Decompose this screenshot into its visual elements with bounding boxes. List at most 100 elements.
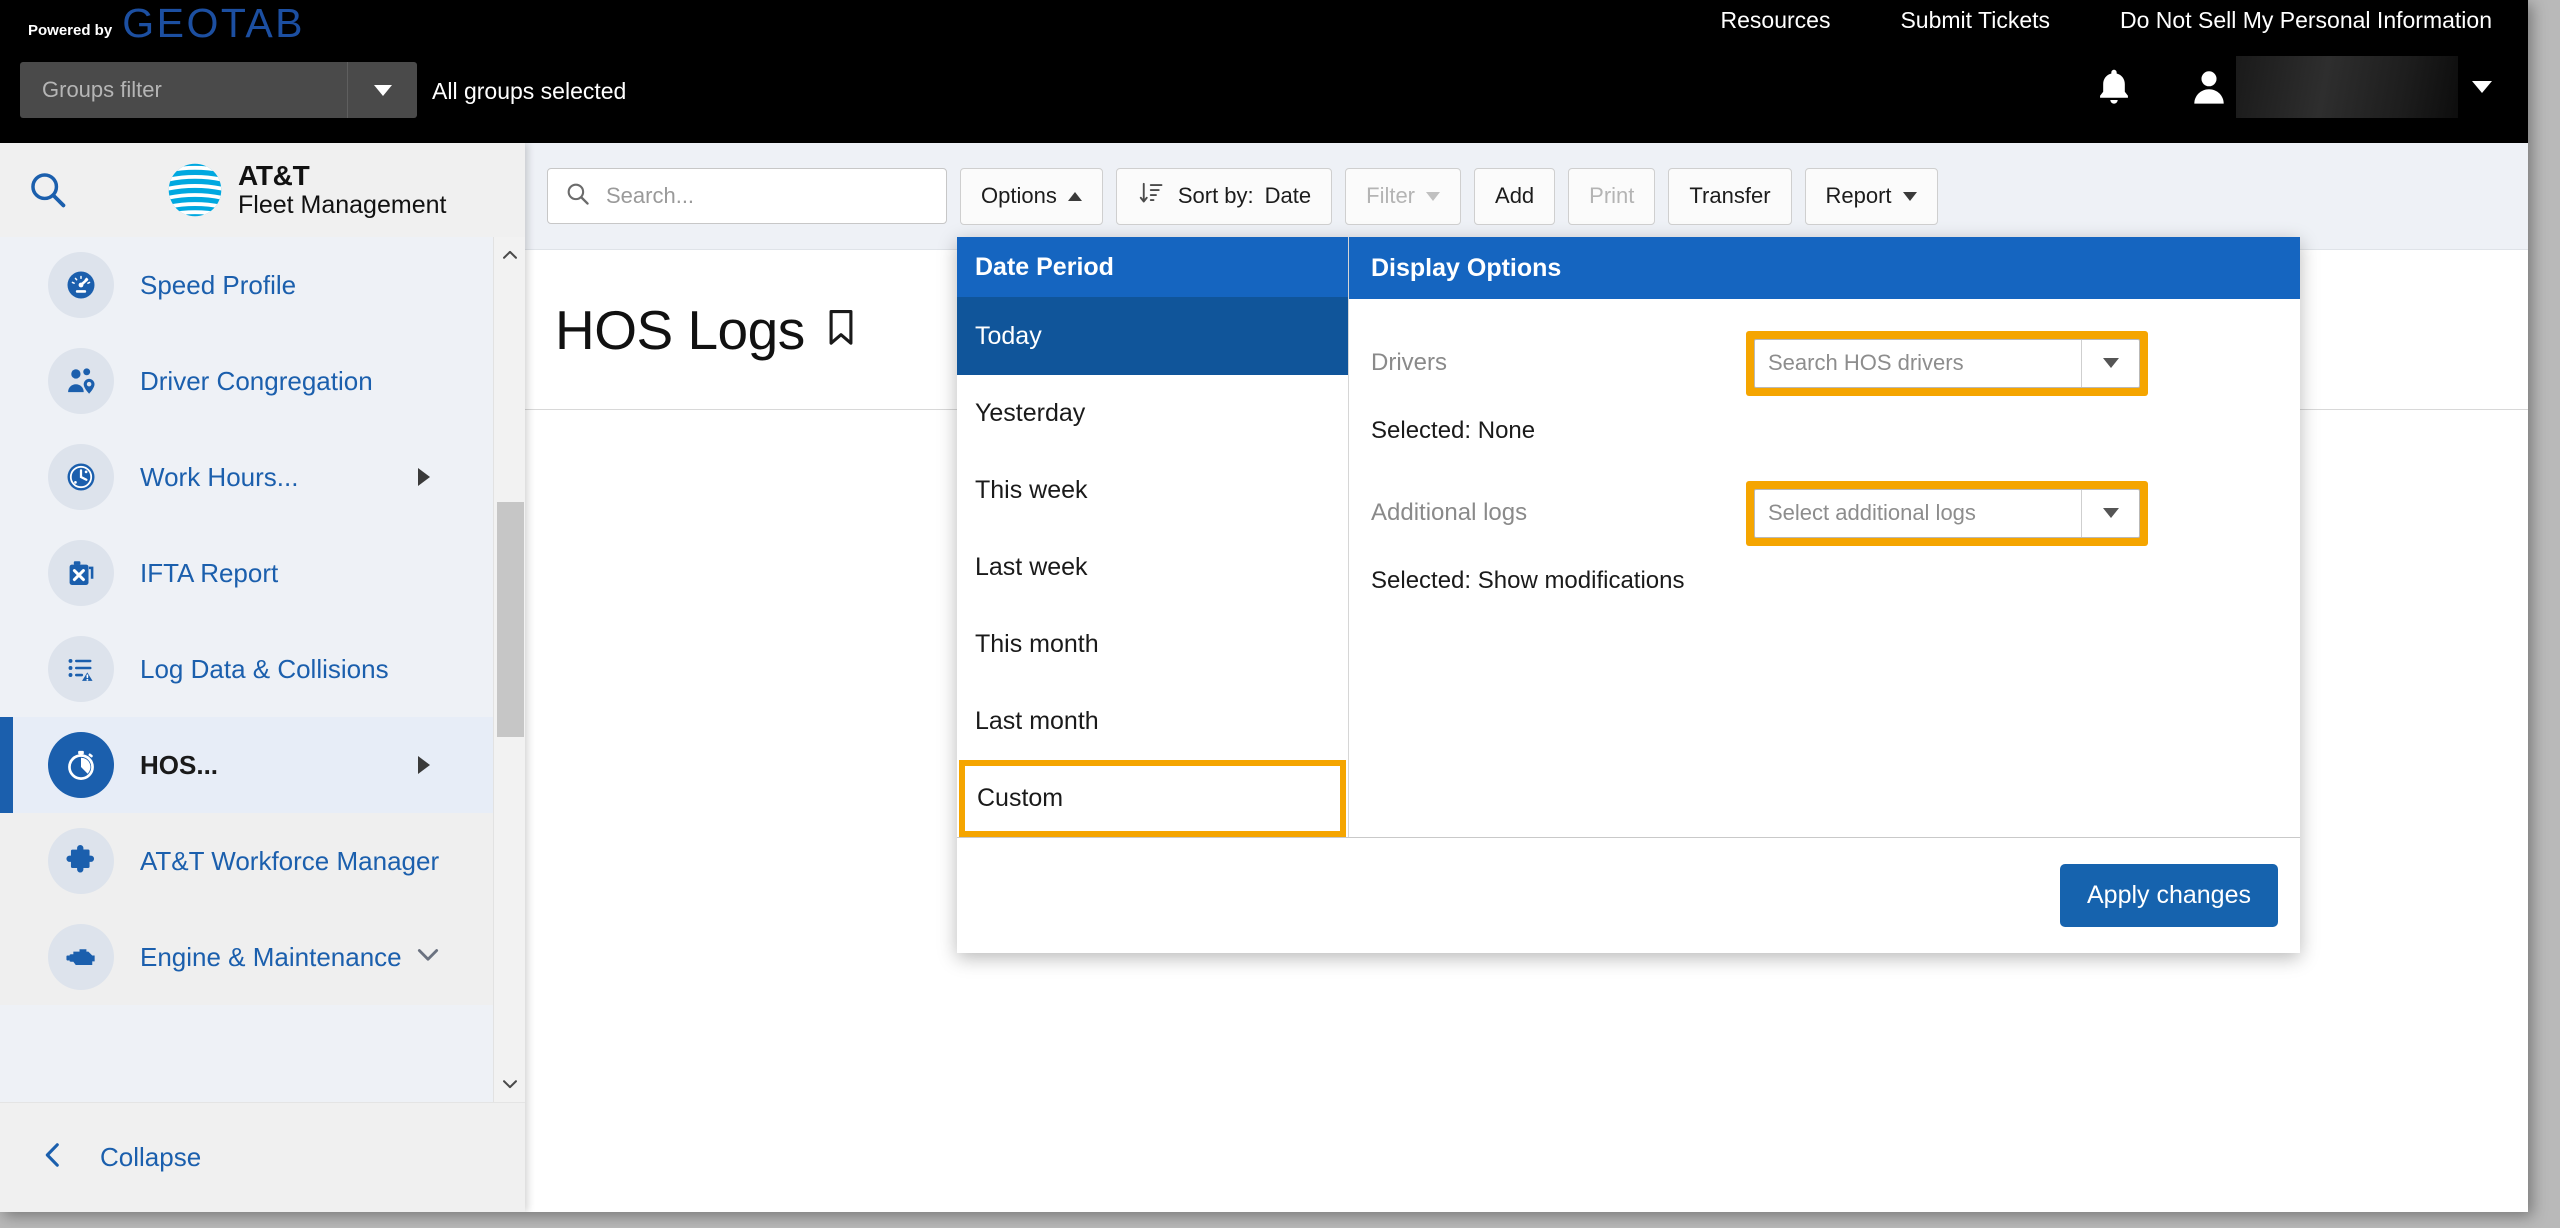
link-do-not-sell[interactable]: Do Not Sell My Personal Information: [2120, 7, 2492, 34]
display-options-column: Display Options Drivers Search HOS drive…: [1349, 237, 2300, 837]
sidebar-item-hos[interactable]: HOS...: [0, 717, 500, 813]
option-label: Today: [975, 321, 1042, 350]
sidebar-scrollbar[interactable]: [493, 237, 525, 1102]
header-links: Resources Submit Tickets Do Not Sell My …: [1721, 7, 2492, 34]
scroll-down-arrow-icon[interactable]: [494, 1066, 526, 1102]
notifications-bell-icon[interactable]: [2092, 65, 2136, 109]
sidebar-item-label: Work Hours...: [140, 461, 299, 492]
bookmark-icon[interactable]: [819, 305, 863, 354]
browser-viewport: Powered by GEOTAB Groups filter All grou…: [0, 0, 2528, 1212]
search-input[interactable]: Search...: [547, 168, 947, 224]
options-button[interactable]: Options: [960, 167, 1103, 225]
main-sidebar: AT&T Fleet Management Speed Profile Driv…: [0, 143, 525, 1212]
groups-filter-placeholder: Groups filter: [42, 77, 162, 102]
sidebar-item-ifta-report[interactable]: IFTA Report: [0, 525, 500, 621]
report-button[interactable]: Report: [1804, 167, 1938, 225]
groups-filter-dropdown[interactable]: Groups filter: [20, 62, 417, 118]
drivers-label: Drivers: [1371, 349, 1447, 376]
filter-button: Filter: [1345, 167, 1462, 225]
puzzle-icon: [48, 828, 114, 894]
chevron-down-icon: [1426, 191, 1441, 201]
sidebar-item-label: Log Data & Collisions: [140, 653, 389, 684]
chevron-right-icon: [418, 756, 430, 774]
chevron-down-icon: [2102, 508, 2119, 518]
chevron-down-icon: [373, 84, 392, 96]
chevron-up-icon: [1067, 191, 1082, 201]
username-redacted: [2236, 56, 2458, 118]
drivers-select[interactable]: Search HOS drivers: [1754, 338, 2140, 388]
fuel-can-icon: [48, 540, 114, 606]
att-globe-icon: [166, 161, 224, 219]
date-period-column: Date Period Today Yesterday This week La…: [957, 237, 1349, 838]
display-options-body: Drivers Search HOS drivers Selected: Non…: [1349, 299, 2300, 595]
sidebar-scrollbar-thumb[interactable]: [497, 502, 524, 737]
additional-logs-dropdown-arrow[interactable]: [2081, 489, 2139, 537]
report-label: Report: [1825, 183, 1892, 208]
groups-filter-caret[interactable]: [347, 62, 417, 118]
user-avatar-icon[interactable]: [2188, 64, 2230, 110]
add-button[interactable]: Add: [1474, 167, 1556, 225]
link-submit-tickets[interactable]: Submit Tickets: [1900, 7, 2050, 34]
drivers-placeholder: Search HOS drivers: [1768, 350, 1964, 375]
option-label: Yesterday: [975, 398, 1086, 427]
drivers-dropdown-arrow[interactable]: [2081, 339, 2139, 387]
header-icon-group: [2092, 56, 2492, 118]
collapse-label: Collapse: [100, 1142, 202, 1172]
options-label: Options: [981, 183, 1057, 208]
chevron-right-icon: [418, 468, 430, 486]
scroll-up-arrow-icon[interactable]: [494, 237, 526, 273]
transfer-button[interactable]: Transfer: [1668, 167, 1792, 225]
display-options-header: Display Options: [1349, 237, 2300, 299]
add-label: Add: [1495, 183, 1535, 208]
sidebar-item-label: Speed Profile: [140, 269, 297, 300]
groups-status-text: All groups selected: [432, 78, 627, 104]
date-period-option-custom[interactable]: Custom: [959, 759, 1346, 838]
chevron-left-icon: [36, 1138, 70, 1177]
option-label: This week: [975, 475, 1088, 504]
print-button: Print: [1568, 167, 1656, 225]
sort-icon: [1137, 178, 1167, 214]
additional-logs-select[interactable]: Select additional logs: [1754, 488, 2140, 538]
options-columns: Date Period Today Yesterday This week La…: [957, 237, 2300, 838]
sidebar-item-speed-profile[interactable]: Speed Profile: [0, 237, 500, 333]
date-period-option-yesterday[interactable]: Yesterday: [957, 374, 1348, 452]
date-period-option-this-week[interactable]: This week: [957, 451, 1348, 529]
sidebar-item-label: IFTA Report: [140, 557, 279, 588]
sidebar-item-work-hours[interactable]: Work Hours...: [0, 429, 500, 525]
sort-by-button[interactable]: Sort by: Date: [1115, 167, 1333, 225]
sort-by-label: Sort by:: [1177, 183, 1254, 208]
additional-logs-row: Additional logs Select additional logs: [1371, 480, 2278, 546]
sidebar-item-log-data-collisions[interactable]: Log Data & Collisions: [0, 621, 500, 717]
powered-by-label: Powered by: [28, 22, 113, 39]
additional-logs-label: Additional logs: [1371, 499, 1528, 526]
drivers-row: Drivers Search HOS drivers: [1371, 330, 2278, 396]
speedometer-icon: [48, 252, 114, 318]
page-toolbar: Search... Options Sort by: Date Filter A…: [525, 143, 2528, 250]
chevron-down-icon: [1902, 191, 1917, 201]
sidebar-nav-list: Speed Profile Driver Congregation Work H…: [0, 237, 500, 1005]
sidebar-item-label: Driver Congregation: [140, 365, 373, 396]
sidebar-item-att-workforce-manager[interactable]: AT&T Workforce Manager: [0, 813, 500, 909]
clock-icon: [48, 444, 114, 510]
stopwatch-icon: [48, 732, 114, 798]
sidebar-item-engine-maintenance[interactable]: Engine & Maintenance: [0, 909, 500, 1005]
drivers-field-highlight: Search HOS drivers: [1746, 330, 2148, 396]
search-icon[interactable]: [26, 168, 70, 212]
date-period-option-last-week[interactable]: Last week: [957, 528, 1348, 606]
link-resources[interactable]: Resources: [1721, 7, 1831, 34]
geotab-branding: Powered by GEOTAB: [28, 2, 305, 44]
date-period-option-this-month[interactable]: This month: [957, 605, 1348, 683]
additional-logs-placeholder: Select additional logs: [1768, 500, 1976, 525]
date-period-option-today[interactable]: Today: [957, 297, 1348, 375]
print-label: Print: [1589, 183, 1635, 208]
option-label: Last month: [975, 706, 1099, 735]
user-menu-chevron-down-icon[interactable]: [2472, 81, 2492, 93]
sidebar-item-label: AT&T Workforce Manager: [140, 845, 440, 876]
sidebar-collapse-button[interactable]: Collapse: [0, 1102, 525, 1212]
apply-changes-button[interactable]: Apply changes: [2059, 864, 2278, 927]
date-period-option-last-month[interactable]: Last month: [957, 682, 1348, 760]
sidebar-item-driver-congregation[interactable]: Driver Congregation: [0, 333, 500, 429]
chevron-down-icon: [2102, 358, 2119, 368]
search-placeholder: Search...: [606, 183, 695, 208]
att-logo-text: AT&T Fleet Management: [238, 160, 446, 220]
